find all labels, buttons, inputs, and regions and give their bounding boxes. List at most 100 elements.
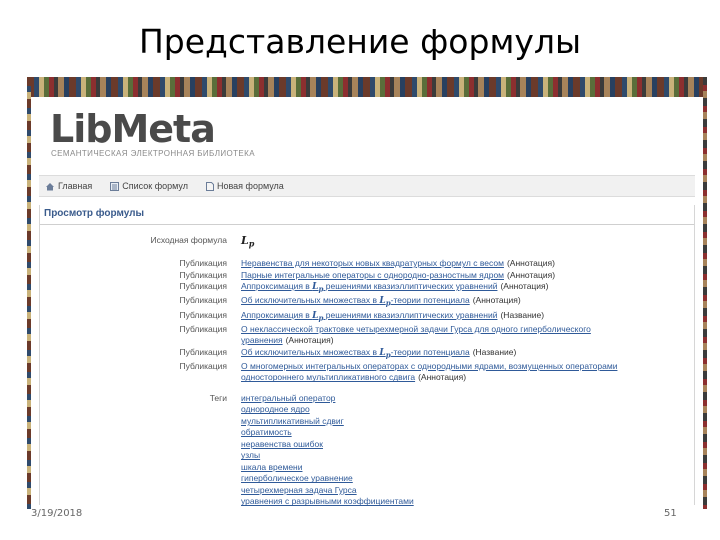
nav-item-label: Список формул [122, 181, 188, 191]
formula-value: Lp [241, 234, 255, 249]
site-logo[interactable]: LibMeta [50, 109, 216, 149]
tag-value: мультипликативный сдвиг [241, 416, 661, 428]
tag-link[interactable]: неравенства ошибок [241, 439, 323, 449]
tag-row: узлы [40, 450, 694, 462]
publication-link[interactable]: Парные интегральные операторы с однородн… [241, 270, 504, 280]
publication-label: Публикация [179, 258, 227, 269]
tags-label [40, 485, 241, 497]
tag-row: уравнения с разрывными коэффициентами [40, 496, 694, 508]
document-icon [205, 181, 214, 191]
tag-value: четырехмерная задача Гурса [241, 485, 661, 497]
publication-link[interactable]: Аппроксимация в Lp решениями квазиэллипт… [241, 281, 497, 294]
tags-label [40, 404, 241, 416]
slide-page-number: 51 [664, 508, 677, 519]
bookshelf-left-edge [27, 77, 31, 509]
publication-label: Публикация [179, 323, 227, 334]
bookshelf-right-edge [703, 77, 707, 509]
publication-value: Об исключительных множествах в Lp-теории… [241, 295, 661, 309]
nav-item-label: Главная [58, 181, 93, 191]
nav-bar: Главная Список формул Новая формула [39, 175, 695, 197]
slide-title: Представление формулы [138, 22, 582, 61]
tags-label [40, 450, 241, 462]
tag-value: уравнения с разрывными коэффициентами [241, 496, 661, 508]
publication-label: Публикация [179, 360, 227, 371]
formula-row: Исходная формула Lp [40, 235, 694, 250]
tag-link[interactable]: четырехмерная задача Гурса [241, 485, 357, 495]
publication-link[interactable]: Аппроксимация в Lp решениями квазиэллипт… [241, 310, 497, 323]
publication-row: Публикация Аппроксимация в Lp решениями к… [40, 310, 694, 324]
tag-link[interactable]: шкала времени [241, 462, 302, 472]
publication-row: Публикация Об исключительных множествах в… [40, 295, 694, 309]
browser-screenshot: LibMeta СЕМАНТИЧЕСКАЯ ЭЛЕКТРОННАЯ БИБЛИО… [27, 77, 707, 509]
publication-type: (Аннотация) [472, 295, 521, 306]
publication-type: (Аннотация) [418, 372, 467, 383]
publication-row: Публикация Неравенства для некоторых новы… [40, 258, 694, 270]
bookshelf-banner [27, 77, 707, 97]
publication-list: Публикация Неравенства для некоторых новы… [40, 258, 694, 384]
tag-value: интегральный оператор [241, 393, 661, 405]
publication-value: Неравенства для некоторых новых квадрату… [241, 258, 661, 270]
publication-link[interactable]: Неравенства для некоторых новых квадрату… [241, 258, 504, 268]
tag-link[interactable]: гиперболическое уравнение [241, 473, 353, 483]
tag-value: неравенства ошибок [241, 439, 661, 451]
publication-type: (Название) [472, 346, 517, 357]
publication-label: Публикация [179, 269, 227, 280]
tag-link[interactable]: узлы [241, 450, 260, 460]
publication-value: Парные интегральные операторы с однородн… [241, 270, 661, 282]
publication-type: (Аннотация) [500, 281, 549, 292]
publication-label: Публикация [179, 281, 227, 292]
tag-value: узлы [241, 450, 661, 462]
publication-value: Аппроксимация в Lp решениями квазиэллипт… [241, 310, 661, 324]
publication-value: О многомерных интегральных операторах с … [241, 361, 661, 384]
tag-link[interactable]: интегральный оператор [241, 393, 335, 403]
tag-row: обратимость [40, 427, 694, 439]
tag-link[interactable]: однородное ядро [241, 404, 310, 414]
publication-label: Публикация [179, 309, 227, 320]
tags-label: Теги [209, 392, 227, 403]
tag-row: неравенства ошибок [40, 439, 694, 451]
tag-value: обратимость [241, 427, 661, 439]
tag-link[interactable]: мультипликативный сдвиг [241, 416, 344, 426]
formula-label: Исходная формула [150, 235, 227, 245]
home-icon [46, 182, 54, 190]
nav-item-label: Новая формула [216, 181, 284, 191]
publication-label: Публикация [179, 295, 227, 306]
tag-link[interactable]: уравнения с разрывными коэффициентами [241, 496, 414, 506]
tag-row: однородное ядро [40, 404, 694, 416]
tag-link[interactable]: обратимость [241, 427, 292, 437]
tags-label [40, 473, 241, 485]
tag-value: шкала времени [241, 462, 661, 474]
formula-view-panel: Просмотр формулы Исходная формула Lp Пуб… [39, 205, 695, 508]
publication-label: Публикация [179, 346, 227, 357]
tag-value: гиперболическое уравнение [241, 473, 661, 485]
nav-item-new-formula[interactable]: Новая формула [205, 181, 284, 191]
tags-label [40, 496, 241, 508]
publication-link[interactable]: Об исключительных множествах в Lp-теории… [241, 295, 470, 308]
tags-label [40, 462, 241, 474]
formula-details: Исходная формула Lp Публикация Неравенств… [40, 235, 694, 508]
list-icon [110, 181, 120, 191]
publication-value: О неклассической трактовке четырехмерной… [241, 324, 661, 347]
publication-row: Публикация Парные интегральные операторы … [40, 270, 694, 282]
tag-row: мультипликативный сдвиг [40, 416, 694, 428]
tag-row: гиперболическое уравнение [40, 473, 694, 485]
publication-value: Аппроксимация в Lp решениями квазиэллипт… [241, 281, 661, 295]
publication-row: Публикация Об исключительных множествах в… [40, 347, 694, 361]
nav-item-formula-list[interactable]: Список формул [110, 181, 188, 191]
publication-type: (Аннотация) [506, 258, 555, 269]
tags-label [40, 427, 241, 439]
tag-row: четырехмерная задача Гурса [40, 485, 694, 497]
publication-type: (Аннотация) [285, 335, 334, 346]
panel-title: Просмотр формулы [40, 205, 694, 225]
slide-date: 3/19/2018 [31, 508, 83, 519]
nav-item-home[interactable]: Главная [45, 181, 92, 191]
publication-link[interactable]: Об исключительных множествах в Lp-теории… [241, 347, 470, 360]
publication-type: (Название) [500, 309, 545, 320]
tag-row: шкала времени [40, 462, 694, 474]
tag-row: Теги интегральный оператор [40, 393, 694, 405]
tag-value: однородное ядро [241, 404, 661, 416]
tag-list: Теги интегральный оператор однородное ядро… [40, 393, 694, 508]
publication-row: Публикация О неклассической трактовке чет… [40, 324, 694, 347]
publication-row: Публикация Аппроксимация в Lp решениями к… [40, 281, 694, 295]
publication-row: Публикация О многомерных интегральных опе… [40, 361, 694, 384]
